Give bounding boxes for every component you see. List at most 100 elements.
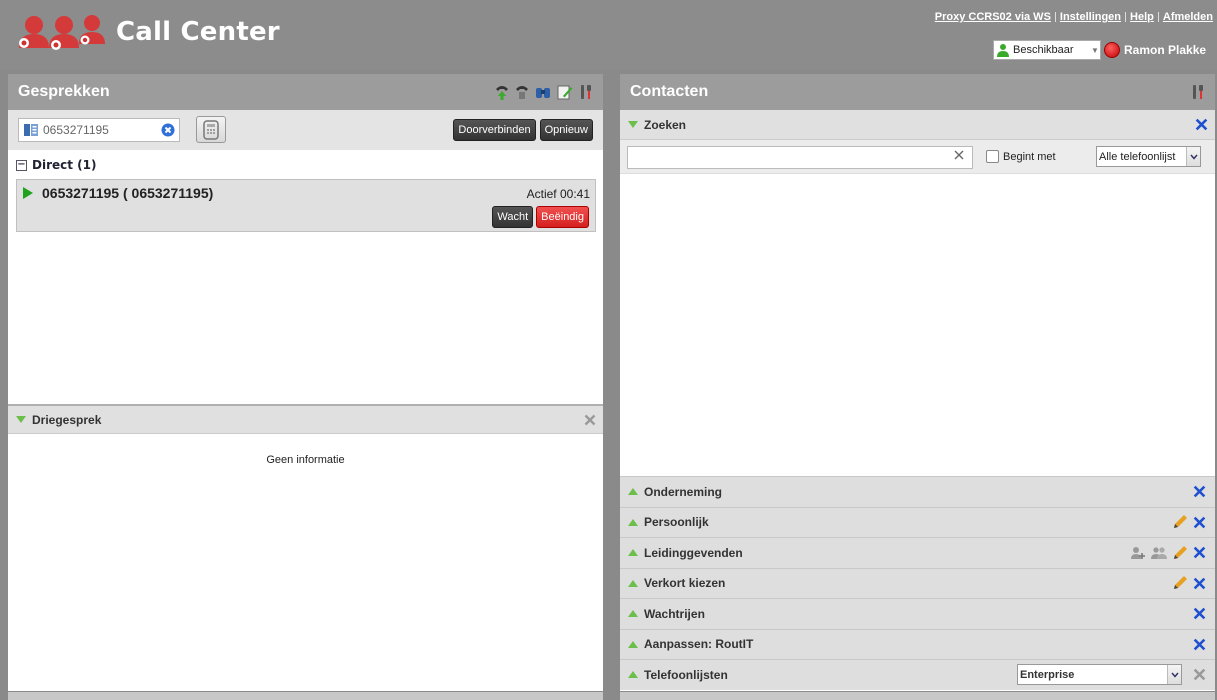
link-separator	[1125, 12, 1127, 23]
tools-icon[interactable]	[579, 84, 593, 100]
calls-panel-header: Gesprekken	[8, 74, 603, 110]
contacts-panel: Contacten Zoeken Begint met Alle telefoo…	[620, 74, 1215, 691]
section-actions	[1172, 514, 1206, 530]
transfer-button[interactable]: Doorverbinden	[453, 119, 536, 141]
notes-edit-icon[interactable]	[557, 84, 573, 100]
search-section-header[interactable]: Zoeken	[620, 110, 1215, 140]
collapse-icon[interactable]: −	[16, 159, 27, 171]
top-bar: Call Center Proxy CCRS02 via WS Instellin…	[0, 0, 1217, 70]
contact-search-input[interactable]	[627, 146, 973, 169]
section-managers[interactable]: Leidinggevenden	[620, 537, 1215, 568]
clear-search-icon[interactable]	[953, 149, 965, 161]
phonelist-select-value: Alle telefoonlijst	[1099, 150, 1176, 163]
clear-input-icon[interactable]	[161, 123, 175, 137]
close-icon[interactable]	[1193, 546, 1206, 559]
pencil-icon[interactable]	[1172, 545, 1188, 561]
section-actions	[1130, 545, 1206, 561]
tools-icon[interactable]	[1191, 84, 1205, 100]
expand-arrow-icon	[628, 549, 638, 557]
conference-empty: Geen informatie	[266, 454, 345, 466]
expand-arrow-icon	[628, 518, 638, 526]
call-park-icon[interactable]	[515, 84, 529, 100]
close-icon[interactable]	[1193, 577, 1206, 590]
phonelist-select[interactable]: Alle telefoonlijst	[1096, 146, 1201, 167]
section-actions	[1193, 668, 1206, 681]
user-status-icon	[1104, 42, 1120, 58]
section-personal[interactable]: Persoonlijk	[620, 506, 1215, 537]
section-company[interactable]: Onderneming	[620, 476, 1215, 507]
link-separator	[1157, 12, 1159, 23]
conference-section: Driegesprek Geen informatie	[8, 406, 603, 466]
direct-group-label: Direct (1)	[32, 158, 97, 172]
phone-icon	[203, 119, 219, 140]
contact-sections: Onderneming Persoonlijk Leidinggevenden	[620, 476, 1215, 690]
section-label: Aanpassen: RoutIT	[644, 637, 754, 652]
phonebook-select[interactable]: Enterprise	[1017, 664, 1182, 685]
section-speed-dial[interactable]: Verkort kiezen	[620, 567, 1215, 598]
chevron-down-icon	[1167, 665, 1181, 684]
logout-link[interactable]: Afmelden	[1163, 11, 1213, 23]
section-label: Telefoonlijsten	[644, 667, 728, 682]
expand-arrow-icon	[628, 121, 638, 128]
pencil-icon[interactable]	[1172, 575, 1188, 591]
section-actions	[1193, 638, 1206, 651]
call-pickup-icon[interactable]	[495, 84, 509, 100]
expand-arrow-icon	[628, 610, 638, 618]
call-actions: Wacht Beëindig	[492, 206, 589, 228]
app-logo: Call Center	[16, 12, 280, 52]
active-call-row[interactable]: 0653271195 ( 0653271195) Actief 00:41 Wa…	[16, 179, 596, 232]
section-label: Persoonlijk	[644, 515, 709, 530]
dial-input-value: 0653271195	[43, 123, 109, 137]
conference-title: Driegesprek	[32, 412, 102, 427]
section-actions	[1172, 575, 1206, 591]
call-center-logo-icon	[19, 15, 105, 50]
availability-select[interactable]: Beschikbaar ▼	[993, 40, 1101, 60]
direct-group-header[interactable]: − Direct (1)	[16, 156, 597, 174]
expand-arrow-icon	[628, 488, 638, 496]
pencil-icon[interactable]	[1172, 514, 1188, 530]
app-title: Call Center	[116, 17, 280, 47]
close-icon[interactable]	[1193, 485, 1206, 498]
section-label: Wachtrijen	[644, 606, 705, 621]
conference-actions	[584, 414, 596, 426]
close-icon[interactable]	[584, 414, 596, 426]
link-separator	[1054, 12, 1056, 23]
resize-grip-left[interactable]	[8, 692, 603, 700]
help-link[interactable]: Help	[1130, 11, 1154, 23]
redial-button[interactable]: Opnieuw	[539, 119, 593, 141]
contacts-panel-title: Contacten	[630, 83, 709, 100]
dial-button[interactable]	[196, 116, 226, 143]
close-icon[interactable]	[1193, 638, 1206, 651]
section-label: Verkort kiezen	[644, 576, 726, 591]
binoculars-icon[interactable]	[535, 84, 551, 100]
direct-call-group: − Direct (1) 0653271195 ( 0653271195) Ac…	[8, 150, 603, 232]
section-phonebooks[interactable]: Telefoonlijsten Enterprise	[620, 659, 1215, 690]
phonebook-select-value: Enterprise	[1020, 668, 1075, 681]
contacts-toolbar	[1191, 84, 1205, 100]
close-icon[interactable]	[1193, 516, 1206, 529]
manage-users-icon[interactable]	[1151, 545, 1167, 561]
call-number-text: 0653271195 ( 0653271195)	[42, 185, 214, 201]
search-section-title: Zoeken	[644, 117, 687, 132]
settings-link[interactable]: Instellingen	[1060, 11, 1121, 23]
section-label: Onderneming	[644, 484, 723, 499]
dial-input[interactable]: 0653271195	[18, 118, 180, 142]
section-custom-routit[interactable]: Aanpassen: RoutIT	[620, 628, 1215, 659]
chevron-down-icon: ▼	[1091, 45, 1099, 55]
close-icon[interactable]	[1193, 668, 1206, 681]
proxy-link[interactable]: Proxy CCRS02 via WS	[935, 11, 1051, 23]
close-icon[interactable]	[1193, 607, 1206, 620]
conference-header[interactable]: Driegesprek	[8, 406, 603, 434]
phonebook-icon[interactable]	[23, 123, 39, 137]
begins-with-label: Begint met	[1003, 150, 1056, 163]
hold-button[interactable]: Wacht	[492, 206, 534, 228]
add-user-icon[interactable]	[1130, 545, 1146, 561]
resize-grip-right[interactable]	[620, 692, 1215, 700]
end-call-button[interactable]: Beëindig	[536, 206, 589, 228]
section-queues[interactable]: Wachtrijen	[620, 598, 1215, 629]
search-section-actions	[1195, 118, 1208, 131]
expand-arrow-icon	[628, 671, 638, 679]
begins-with-option[interactable]: Begint met	[986, 150, 1056, 163]
close-icon[interactable]	[1195, 118, 1208, 131]
begins-with-checkbox[interactable]	[986, 150, 999, 163]
